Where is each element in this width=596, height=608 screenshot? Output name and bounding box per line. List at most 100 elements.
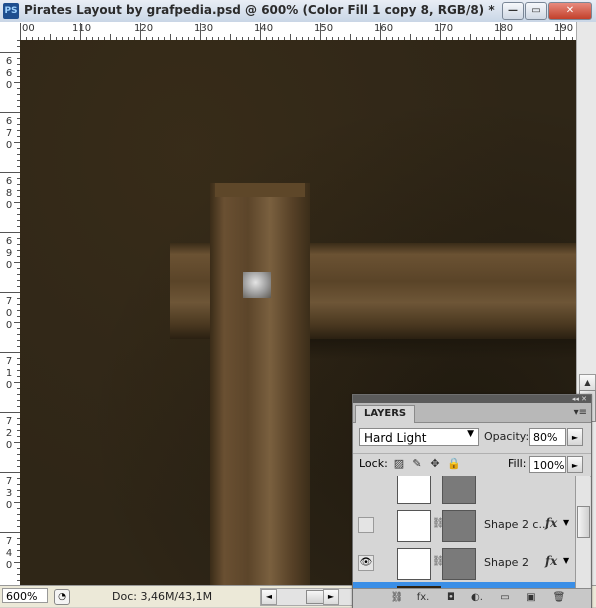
horizontal-ruler[interactable]: 00 110 120 130 140 150 160 170 180 190 — [20, 22, 576, 41]
collapse-close-icons[interactable]: ◂◂ ✕ — [572, 395, 587, 403]
eye-icon[interactable]: 👁 — [358, 555, 374, 571]
fill-input[interactable]: 100% — [529, 456, 566, 473]
ruler-tick — [0, 112, 20, 113]
close-button[interactable]: ✕ — [548, 2, 592, 20]
lock-image-icon[interactable]: ✎ — [411, 458, 423, 470]
ruler-v-label: 720 — [5, 416, 13, 451]
nail-head — [243, 272, 271, 298]
ruler-v-label: 710 — [5, 356, 13, 391]
document-info[interactable]: Doc: 3,46M/43,1M — [112, 590, 212, 603]
fx-icon[interactable]: fx — [545, 516, 557, 530]
panel-menu-icon[interactable]: ▾≡ — [574, 407, 587, 418]
ruler-tick — [0, 172, 20, 173]
opacity-input[interactable]: 80% — [529, 428, 566, 446]
fill-label: Fill: — [508, 457, 527, 470]
lock-all-icon[interactable]: 🔒 — [447, 458, 461, 470]
ruler-tick — [0, 472, 20, 473]
zoom-field[interactable]: 600% — [2, 588, 48, 603]
fill-slider-button[interactable]: ► — [567, 456, 583, 473]
opacity-slider-button[interactable]: ► — [567, 428, 583, 446]
new-layer-icon[interactable]: ▣ — [523, 591, 539, 605]
scroll-left-button[interactable]: ◄ — [261, 589, 277, 605]
ruler-tick — [500, 23, 501, 40]
minimize-button[interactable]: — — [502, 2, 524, 20]
expand-effects-icon[interactable]: ▼ — [563, 518, 569, 527]
new-group-icon[interactable]: ▭ — [497, 591, 513, 605]
ruler-v-label: 670 — [5, 116, 13, 151]
ruler-tick — [260, 23, 261, 40]
link-layers-icon[interactable]: ⛓ — [389, 591, 405, 605]
ruler-h-label: 160 — [374, 23, 394, 34]
window-title: Pirates Layout by grafpedia.psd @ 600% (… — [24, 3, 495, 17]
ruler-v-label: 680 — [5, 176, 13, 211]
vertical-ruler[interactable]: 660 670 680 690 700 710 720 730 740 — [0, 40, 21, 585]
ruler-h-label: 120 — [134, 23, 154, 34]
ruler-tick — [0, 52, 20, 53]
plank-top-end — [215, 183, 305, 197]
layer-mask-thumbnail[interactable] — [442, 510, 476, 542]
ruler-v-label: 730 — [5, 476, 13, 511]
layer-row[interactable]: ⛓ Shape 2 c... fx ▼ — [353, 506, 575, 545]
layer-row[interactable]: 👁 ⛓ Shape 2 fx ▼ — [353, 544, 575, 583]
photoshop-icon: PS — [3, 3, 19, 19]
ruler-h-label: 140 — [254, 23, 274, 34]
ruler-tick — [0, 292, 20, 293]
panel-header-strip[interactable]: ◂◂ ✕ — [353, 395, 591, 403]
ruler-tick — [80, 23, 81, 40]
zoom-preview-icon[interactable]: ◔ — [54, 589, 70, 605]
layer-thumbnail[interactable] — [397, 548, 431, 580]
ruler-v-label: 700 — [5, 296, 13, 331]
layer-row[interactable] — [353, 476, 575, 507]
lock-row: Lock: ▨ ✎ ✥ 🔒 Fill: 100% ► — [353, 453, 591, 477]
trash-icon[interactable]: 🗑 — [551, 591, 567, 605]
layers-panel: ◂◂ ✕ LAYERS ▾≡ Hard Light ▼ Opacity: 80%… — [352, 394, 592, 608]
ruler-v-label: 740 — [5, 536, 13, 571]
ruler-h-label: 00 — [22, 23, 35, 34]
ruler-origin[interactable] — [0, 22, 21, 41]
ruler-v-label: 690 — [5, 236, 13, 271]
visibility-toggle-off[interactable] — [358, 517, 374, 533]
lock-transparency-icon[interactable]: ▨ — [393, 458, 405, 470]
layer-name[interactable]: Shape 2 c... — [484, 518, 549, 531]
layer-mask-thumbnail[interactable] — [442, 548, 476, 580]
ruler-tick — [0, 232, 20, 233]
doc-info-arrow[interactable]: ► — [323, 589, 339, 605]
ruler-h-label: 190 — [554, 23, 574, 34]
title-bar: PS Pirates Layout by grafpedia.psd @ 600… — [0, 0, 596, 23]
layer-thumbnail[interactable] — [397, 476, 431, 504]
layer-name[interactable]: Shape 2 — [484, 556, 529, 569]
blend-mode-select[interactable]: Hard Light ▼ — [359, 428, 479, 446]
layers-scrollbar[interactable] — [575, 476, 590, 588]
ruler-tick — [140, 23, 141, 40]
layer-thumbnail[interactable] — [397, 510, 431, 542]
plank-shadow — [310, 339, 576, 359]
layer-list[interactable]: ⛓ Shape 2 c... fx ▼ 👁 ⛓ Shape 2 fx ▼ — [353, 476, 575, 588]
ruler-tick — [0, 412, 20, 413]
ruler-tick — [380, 23, 381, 40]
add-layer-style-icon[interactable]: fx. — [415, 591, 431, 605]
lock-position-icon[interactable]: ✥ — [429, 458, 441, 470]
expand-effects-icon[interactable]: ▼ — [563, 556, 569, 565]
ruler-h-label: 170 — [434, 23, 454, 34]
restore-button[interactable]: ▭ — [525, 2, 547, 20]
layers-scroll-thumb[interactable] — [577, 506, 590, 538]
tab-layers[interactable]: LAYERS — [355, 405, 416, 423]
scroll-up-button[interactable]: ▲ — [579, 374, 596, 391]
fx-icon[interactable]: fx — [545, 554, 557, 568]
ruler-h-label: 110 — [72, 23, 92, 34]
ruler-tick — [440, 23, 441, 40]
chevron-down-icon: ▼ — [467, 429, 474, 439]
adjustment-layer-icon[interactable]: ◐. — [469, 591, 485, 605]
ruler-tick — [200, 23, 201, 40]
layer-mask-thumbnail[interactable] — [442, 476, 476, 504]
add-mask-icon[interactable]: ◘ — [443, 591, 459, 605]
ruler-tick — [0, 532, 20, 533]
panel-tab-bar: LAYERS ▾≡ — [353, 403, 591, 423]
ruler-h-label: 180 — [494, 23, 514, 34]
ruler-tick — [0, 352, 20, 353]
ruler-h-label: 130 — [194, 23, 214, 34]
ruler-v-label: 660 — [5, 56, 13, 91]
blend-mode-value: Hard Light — [364, 431, 427, 445]
ruler-tick — [320, 23, 321, 40]
ruler-tick — [20, 23, 21, 40]
